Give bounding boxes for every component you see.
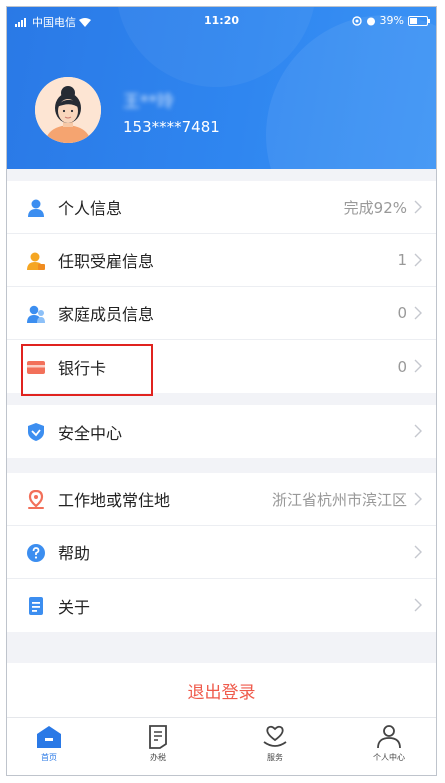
battery-percent: 39% bbox=[379, 14, 404, 27]
row-label: 工作地或常住地 bbox=[58, 491, 171, 510]
status-bar: 中国电信 11:20 39% bbox=[7, 7, 436, 33]
row-label: 关于 bbox=[58, 597, 91, 617]
tab-label: 首页 bbox=[41, 753, 57, 762]
chevron-right-icon bbox=[414, 359, 422, 373]
row-label: 家庭成员信息 bbox=[58, 305, 155, 324]
row-employment-info[interactable]: 任职受雇信息 1 bbox=[7, 234, 436, 287]
row-personal-info[interactable]: 个人信息 完成92% bbox=[7, 181, 436, 234]
row-label: 安全中心 bbox=[58, 423, 123, 443]
highlight-box bbox=[21, 344, 153, 396]
row-value: 1 bbox=[397, 251, 407, 269]
row-label: 个人信息 bbox=[58, 199, 123, 218]
other-group: 工作地或常住地 浙江省杭州市滨江区 帮助 关于 bbox=[7, 473, 436, 632]
row-work-residence[interactable]: 工作地或常住地 浙江省杭州市滨江区 bbox=[7, 473, 436, 526]
person-icon bbox=[377, 725, 401, 749]
row-help[interactable]: 帮助 bbox=[7, 526, 436, 579]
chevron-right-icon bbox=[414, 200, 422, 214]
shield-icon bbox=[28, 423, 44, 441]
location-pin-icon bbox=[28, 490, 44, 509]
document-icon bbox=[149, 725, 167, 749]
status-right: 39% bbox=[351, 14, 430, 27]
heart-hand-icon bbox=[263, 725, 287, 747]
avatar-illustration bbox=[35, 77, 101, 143]
chevron-right-icon bbox=[414, 598, 422, 612]
tab-profile[interactable]: 个人中心 bbox=[359, 724, 419, 763]
row-value: 0 bbox=[397, 357, 407, 376]
person-badge-icon bbox=[27, 252, 45, 270]
tab-label: 个人中心 bbox=[373, 753, 405, 762]
tab-label: 服务 bbox=[267, 753, 283, 762]
security-group: 安全中心 bbox=[7, 405, 436, 458]
location-icon bbox=[351, 15, 362, 26]
chevron-right-icon bbox=[414, 306, 422, 320]
profile-header: 中国电信 11:20 39% 王**玲 153****7481 bbox=[7, 7, 436, 169]
home-icon bbox=[37, 726, 61, 748]
person-icon bbox=[28, 199, 44, 217]
row-label: 帮助 bbox=[58, 544, 91, 563]
user-phone: 153****7481 bbox=[123, 118, 220, 136]
avatar[interactable] bbox=[35, 77, 101, 143]
chevron-right-icon bbox=[414, 492, 422, 506]
tab-label: 办税 bbox=[150, 753, 166, 762]
chevron-right-icon bbox=[414, 253, 422, 267]
row-value: 0 bbox=[397, 304, 407, 322]
tab-home[interactable]: 首页 bbox=[19, 724, 79, 763]
phone-frame: 中国电信 11:20 39% 王**玲 153****7481 个人信息 完成9… bbox=[6, 6, 437, 776]
row-about[interactable]: 关于 bbox=[7, 579, 436, 632]
battery-icon bbox=[408, 15, 430, 26]
tab-service[interactable]: 服务 bbox=[245, 724, 305, 763]
chevron-right-icon bbox=[414, 424, 422, 438]
row-security-center[interactable]: 安全中心 bbox=[7, 405, 436, 458]
tab-tax[interactable]: 办税 bbox=[128, 724, 188, 763]
chevron-right-icon bbox=[414, 545, 422, 559]
logout-button[interactable]: 退出登录 bbox=[7, 663, 436, 717]
logout-label: 退出登录 bbox=[187, 682, 256, 703]
row-family-info[interactable]: 家庭成员信息 0 bbox=[7, 287, 436, 340]
bottom-tab-bar: 首页 办税 服务 个人中心 bbox=[7, 717, 436, 775]
help-icon bbox=[27, 544, 45, 562]
user-name: 王**玲 bbox=[123, 92, 174, 112]
row-value: 浙江省杭州市滨江区 bbox=[271, 490, 407, 509]
family-icon bbox=[27, 305, 45, 323]
alarm-icon bbox=[366, 17, 375, 25]
row-value: 完成92% bbox=[343, 198, 407, 217]
document-icon bbox=[29, 597, 43, 615]
row-label: 任职受雇信息 bbox=[58, 252, 155, 271]
